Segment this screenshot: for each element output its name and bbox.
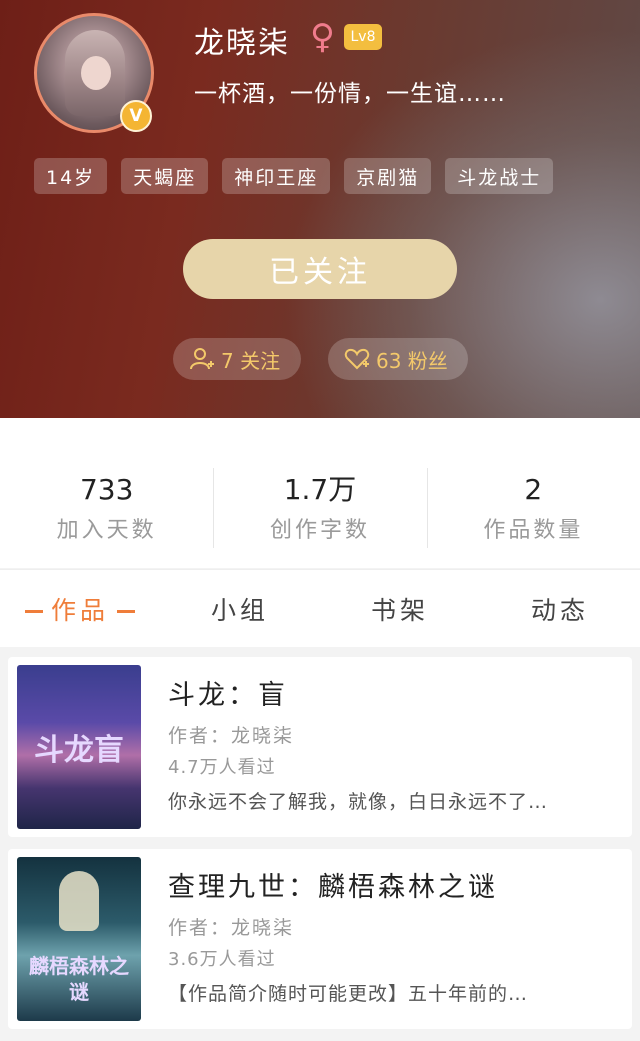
tag-interest[interactable]: 神印王座 xyxy=(222,158,331,194)
verified-badge-icon: V xyxy=(120,100,152,132)
cover-title: 麟梧森林之谜 xyxy=(29,954,129,1004)
work-author: 作者：龙晓柒 xyxy=(168,725,295,747)
profile-tags: 14岁 天蝎座 神印王座 京剧猫 斗龙战士 xyxy=(34,158,554,194)
work-title[interactable]: 斗龙：盲 xyxy=(168,673,288,712)
user-add-icon xyxy=(190,348,214,370)
tab-works[interactable]: 作品 xyxy=(0,591,160,627)
works-list: 斗龙盲 斗龙：盲 作者：龙晓柒 4.7万人看过 你永远不会了解我，就像，白日永远… xyxy=(8,657,632,1041)
tab-bookshelf[interactable]: 书架 xyxy=(320,591,480,627)
work-description: 【作品简介随时可能更改】五十年前的… xyxy=(168,983,529,1005)
following-count-button[interactable]: 7 关注 xyxy=(173,338,301,380)
stat-works-count: 2 作品数量 xyxy=(426,418,640,568)
work-views: 4.7万人看过 xyxy=(168,757,276,778)
stat-label: 加入天数 xyxy=(56,518,157,543)
tab-activity[interactable]: 动态 xyxy=(480,591,640,627)
stat-label: 创作字数 xyxy=(269,518,370,543)
stat-value: 733 xyxy=(79,473,134,506)
tag-zodiac[interactable]: 天蝎座 xyxy=(121,158,209,194)
tag-interest[interactable]: 京剧猫 xyxy=(344,158,432,194)
username: 龙晓柒 xyxy=(194,26,290,61)
followers-label: 63 粉丝 xyxy=(376,348,448,373)
stat-value: 2 xyxy=(524,473,543,506)
followed-button[interactable]: 已关注 xyxy=(183,239,457,299)
cover-character-illustration xyxy=(59,871,99,931)
book-cover[interactable]: 麟梧森林之谜 xyxy=(17,857,141,1021)
stat-label: 作品数量 xyxy=(483,518,584,543)
work-card[interactable]: 斗龙盲 斗龙：盲 作者：龙晓柒 4.7万人看过 你永远不会了解我，就像，白日永远… xyxy=(8,657,632,837)
profile-header: V 龙晓柒 ♀ Lv8 一杯酒，一份情，一生谊…… 14岁 天蝎座 神印王座 京… xyxy=(0,0,640,418)
heart-icon xyxy=(344,348,370,370)
user-bio: 一杯酒，一份情，一生谊…… xyxy=(194,81,506,107)
tab-groups[interactable]: 小组 xyxy=(160,591,320,627)
active-tab-indicator xyxy=(117,610,135,613)
followers-count-button[interactable]: 63 粉丝 xyxy=(328,338,468,380)
tag-age[interactable]: 14岁 xyxy=(34,158,108,194)
work-title[interactable]: 查理九世：麟梧森林之谜 xyxy=(168,865,498,904)
stats-bar: 733 加入天数 1.7万 创作字数 2 作品数量 xyxy=(0,418,640,568)
work-description: 你永远不会了解我，就像，白日永远不了… xyxy=(168,791,549,813)
work-card[interactable]: 麟梧森林之谜 查理九世：麟梧森林之谜 作者：龙晓柒 3.6万人看过 【作品简介随… xyxy=(8,849,632,1029)
work-views: 3.6万人看过 xyxy=(168,949,276,970)
tag-interest[interactable]: 斗龙战士 xyxy=(445,158,554,194)
tab-label: 作品 xyxy=(50,595,109,625)
book-cover[interactable]: 斗龙盲 xyxy=(17,665,141,829)
active-tab-indicator xyxy=(24,610,43,613)
following-label: 7 关注 xyxy=(221,348,281,373)
level-badge: Lv8 xyxy=(344,24,382,50)
stat-word-count: 1.7万 创作字数 xyxy=(213,418,426,568)
stat-join-days: 733 加入天数 xyxy=(0,418,213,568)
cover-title: 斗龙盲 xyxy=(34,733,124,768)
work-author: 作者：龙晓柒 xyxy=(168,917,295,939)
stat-value: 1.7万 xyxy=(283,473,357,506)
female-gender-icon: ♀ xyxy=(310,17,335,57)
avatar-face xyxy=(81,56,111,90)
profile-tabs: 作品 小组 书架 动态 xyxy=(0,569,640,647)
